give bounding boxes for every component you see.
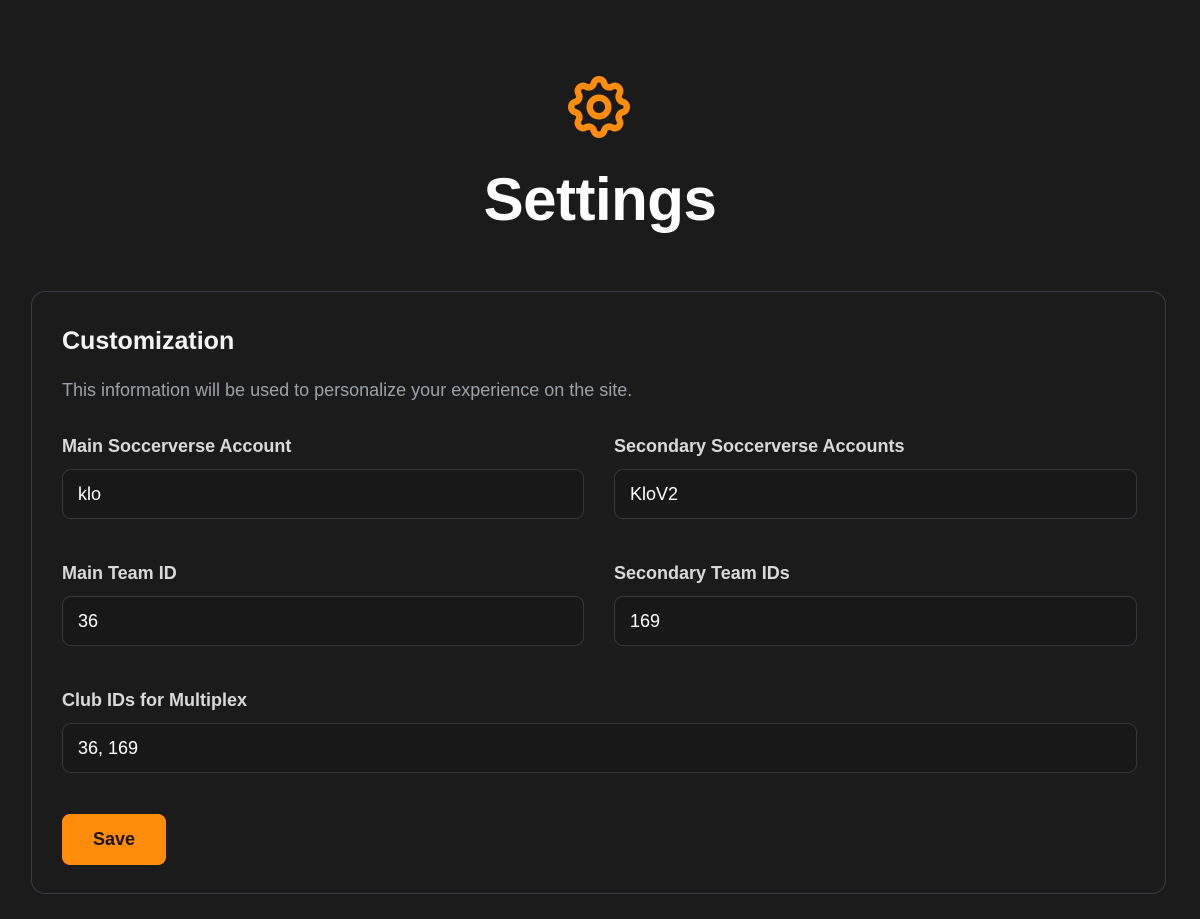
main-team-id-label: Main Team ID [62,563,177,583]
main-account-label: Main Soccerverse Account [62,436,292,456]
secondary-team-ids-input[interactable]: 169 [614,596,1137,646]
page-title: Settings [483,166,717,233]
card-title: Customization [62,327,235,355]
multiplex-club-ids-input[interactable]: 36, 169 [62,723,1137,773]
secondary-accounts-label: Secondary Soccerverse Accounts [614,436,905,456]
multiplex-club-ids-label: Club IDs for Multiplex [62,690,248,710]
customization-card: Customization This information will be u… [31,291,1166,894]
secondary-team-ids-label: Secondary Team IDs [614,563,790,583]
card-description: This information will be used to persona… [62,380,633,400]
secondary-accounts-input[interactable]: KloV2 [614,469,1137,519]
main-team-id-input[interactable]: 36 [62,596,584,646]
save-button[interactable]: Save [62,814,166,865]
main-account-input[interactable]: klo [62,469,584,519]
page-header: Settings [0,0,1200,260]
gear-icon [562,70,636,144]
